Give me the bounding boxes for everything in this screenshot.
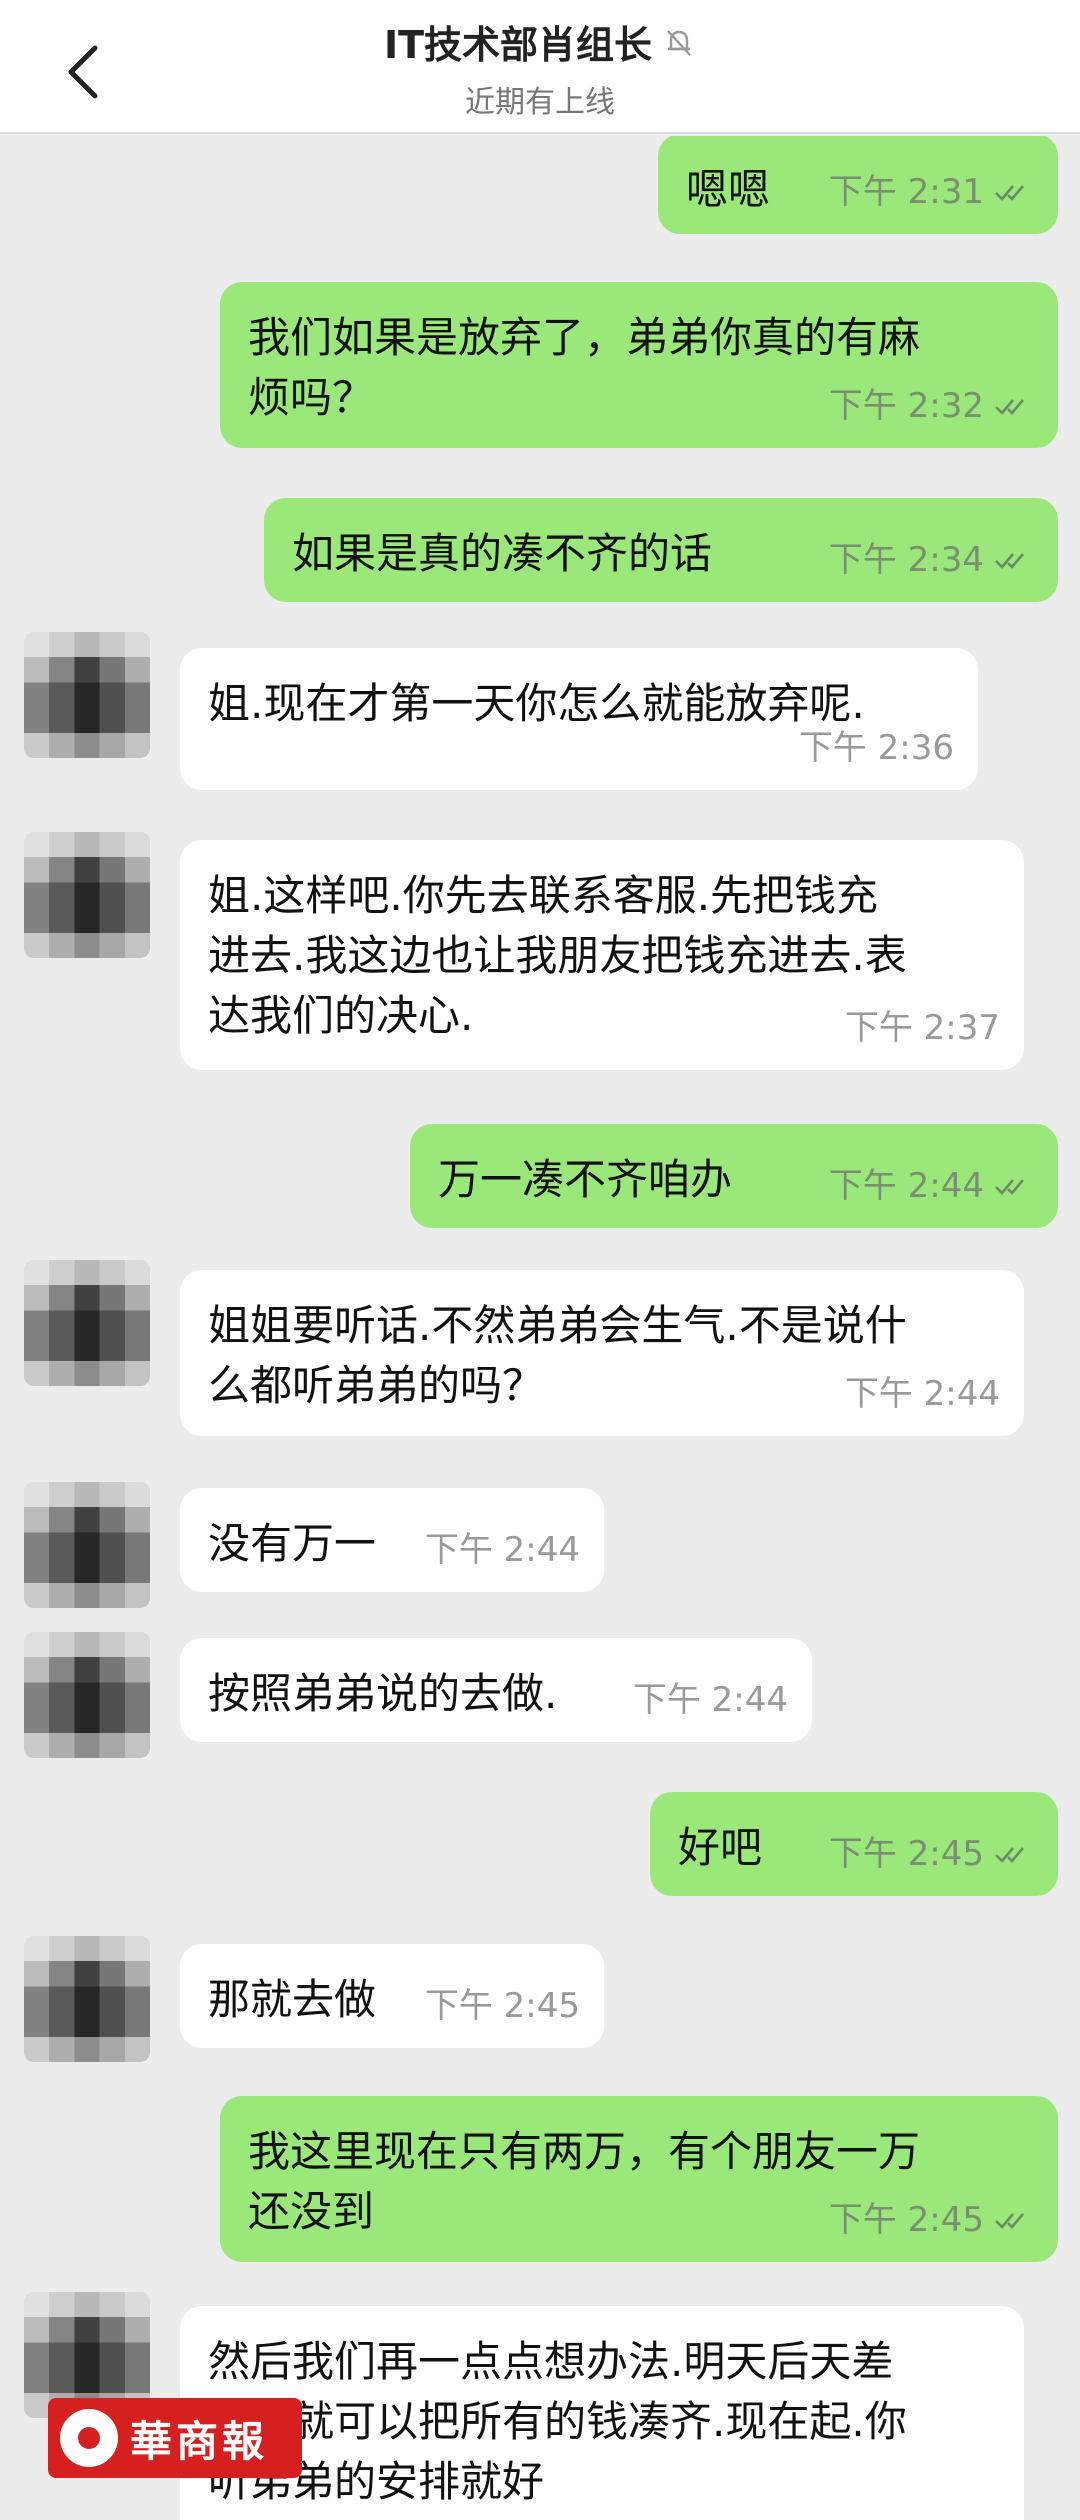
huashang-news-logo: 華商報 [48, 2398, 302, 2478]
logo-icon [60, 2409, 118, 2467]
message-meta: 下午 2:44 [829, 1156, 1034, 1216]
message-text: 没有万一 [208, 1519, 377, 1568]
message-text: 姐.现在才第一天你怎么就能放弃呢. [208, 679, 865, 728]
message-time: 下午 2:44 [424, 1530, 580, 1570]
message-meta: 下午 2:37 [845, 998, 1000, 1058]
message-text: 我们如果是放弃了，弟弟你真的有麻 烦吗？ [248, 313, 921, 422]
incoming-message[interactable]: 然后我们再一点点想办法.明天后天差 不多就可以把所有的钱凑齐.现在起.你 听弟弟… [180, 2306, 1024, 2520]
message-time: 下午 2:34 [828, 540, 984, 580]
message-meta: 下午 2:44 [633, 1670, 788, 1730]
chat-header: IT技术部肖组长 近期有上线 [0, 0, 1080, 134]
message-meta: 下午 2:32 [829, 376, 1034, 436]
message-time: 下午 2:32 [828, 386, 984, 426]
message-meta: 下午 2:44 [845, 1364, 1000, 1424]
message-meta: 下午 2:45 [829, 2190, 1034, 2250]
message-time: 下午 2:37 [844, 1008, 1000, 1048]
chat-title: IT技术部肖组长 [384, 14, 696, 69]
read-ticks-icon [995, 553, 1024, 569]
message-text: 按照弟弟说的去做. [208, 1669, 558, 1718]
outgoing-message[interactable]: 好吧 下午 2:45 [650, 1792, 1058, 1896]
contact-avatar[interactable] [24, 1936, 150, 2062]
outgoing-message[interactable]: 我们如果是放弃了，弟弟你真的有麻 烦吗？ 下午 2:32 [220, 282, 1058, 448]
message-text: 嗯嗯 [686, 165, 771, 214]
message-text: 如果是真的凑不齐的话 [292, 529, 713, 578]
message-text: 那就去做 [208, 1975, 377, 2024]
message-time: 下午 2:45 [828, 2200, 984, 2240]
outgoing-message[interactable]: 我这里现在只有两万，有个朋友一万 还没到 下午 2:45 [220, 2096, 1058, 2262]
incoming-message[interactable]: 那就去做 下午 2:45 [180, 1944, 604, 2048]
message-time: 下午 2:44 [828, 1166, 984, 1206]
message-meta: 下午 2:34 [829, 530, 1034, 590]
message-time: 下午 2:44 [632, 1680, 788, 1720]
message-text: 然后我们再一点点想办法.明天后天差 不多就可以把所有的钱凑齐.现在起.你 听弟弟… [208, 2337, 907, 2506]
message-meta: 下午 2:45 [829, 1824, 1034, 1884]
read-ticks-icon [995, 185, 1024, 201]
message-meta: 下午 2:36 [799, 718, 954, 778]
outgoing-message[interactable]: 万一凑不齐咱办 下午 2:44 [410, 1124, 1058, 1228]
message-meta: 下午 2:44 [425, 1520, 580, 1580]
message-text: 万一凑不齐咱办 [438, 1155, 733, 1204]
incoming-message[interactable]: 姐.这样吧.你先去联系客服.先把钱充 进去.我这边也让我朋友把钱充进去.表 达我… [180, 840, 1024, 1070]
message-time: 下午 2:31 [828, 172, 984, 212]
message-text: 好吧 [678, 1823, 763, 1872]
contact-avatar[interactable] [24, 1482, 150, 1608]
message-meta: 下午 2:31 [829, 162, 1034, 222]
message-time: 下午 2:45 [424, 1986, 580, 2026]
contact-avatar[interactable] [24, 632, 150, 758]
read-ticks-icon [995, 2213, 1024, 2229]
message-text: 姐.这样吧.你先去联系客服.先把钱充 进去.我这边也让我朋友把钱充进去.表 达我… [208, 871, 907, 1040]
message-time: 下午 2:36 [798, 728, 954, 768]
contact-avatar[interactable] [24, 1632, 150, 1758]
message-meta: 下午 2:45 [425, 1976, 580, 2036]
outgoing-message[interactable]: 如果是真的凑不齐的话 下午 2:34 [264, 498, 1058, 602]
contact-avatar[interactable] [24, 1260, 150, 1386]
message-text: 我这里现在只有两万，有个朋友一万 还没到 [248, 2127, 921, 2236]
outgoing-message[interactable]: 嗯嗯 下午 2:31 [658, 136, 1058, 234]
incoming-message[interactable]: 姐姐要听话.不然弟弟会生气.不是说什 么都听弟弟的吗？ 下午 2:44 [180, 1270, 1024, 1436]
incoming-message[interactable]: 按照弟弟说的去做. 下午 2:44 [180, 1638, 812, 1742]
incoming-message[interactable]: 姐.现在才第一天你怎么就能放弃呢. 下午 2:36 [180, 648, 978, 790]
read-ticks-icon [995, 1179, 1024, 1195]
logo-text: 華商報 [130, 2416, 269, 2466]
bell-off-icon [667, 29, 691, 56]
message-time: 下午 2:44 [844, 1374, 1000, 1414]
message-list[interactable]: 嗯嗯 下午 2:31 我们如果是放弃了，弟弟你真的有麻 烦吗？ 下午 2:32 … [0, 136, 1080, 2520]
message-time: 下午 2:45 [828, 1834, 984, 1874]
contact-avatar[interactable] [24, 832, 150, 958]
incoming-message[interactable]: 没有万一 下午 2:44 [180, 1488, 604, 1592]
online-status: 近期有上线 [465, 85, 615, 120]
message-text: 姐姐要听话.不然弟弟会生气.不是说什 么都听弟弟的吗？ [208, 1301, 907, 1410]
read-ticks-icon [995, 399, 1024, 415]
contact-name: IT技术部肖组长 [383, 23, 653, 67]
chat-title-area[interactable]: IT技术部肖组长 近期有上线 [0, 14, 1080, 121]
read-ticks-icon [995, 1847, 1024, 1863]
